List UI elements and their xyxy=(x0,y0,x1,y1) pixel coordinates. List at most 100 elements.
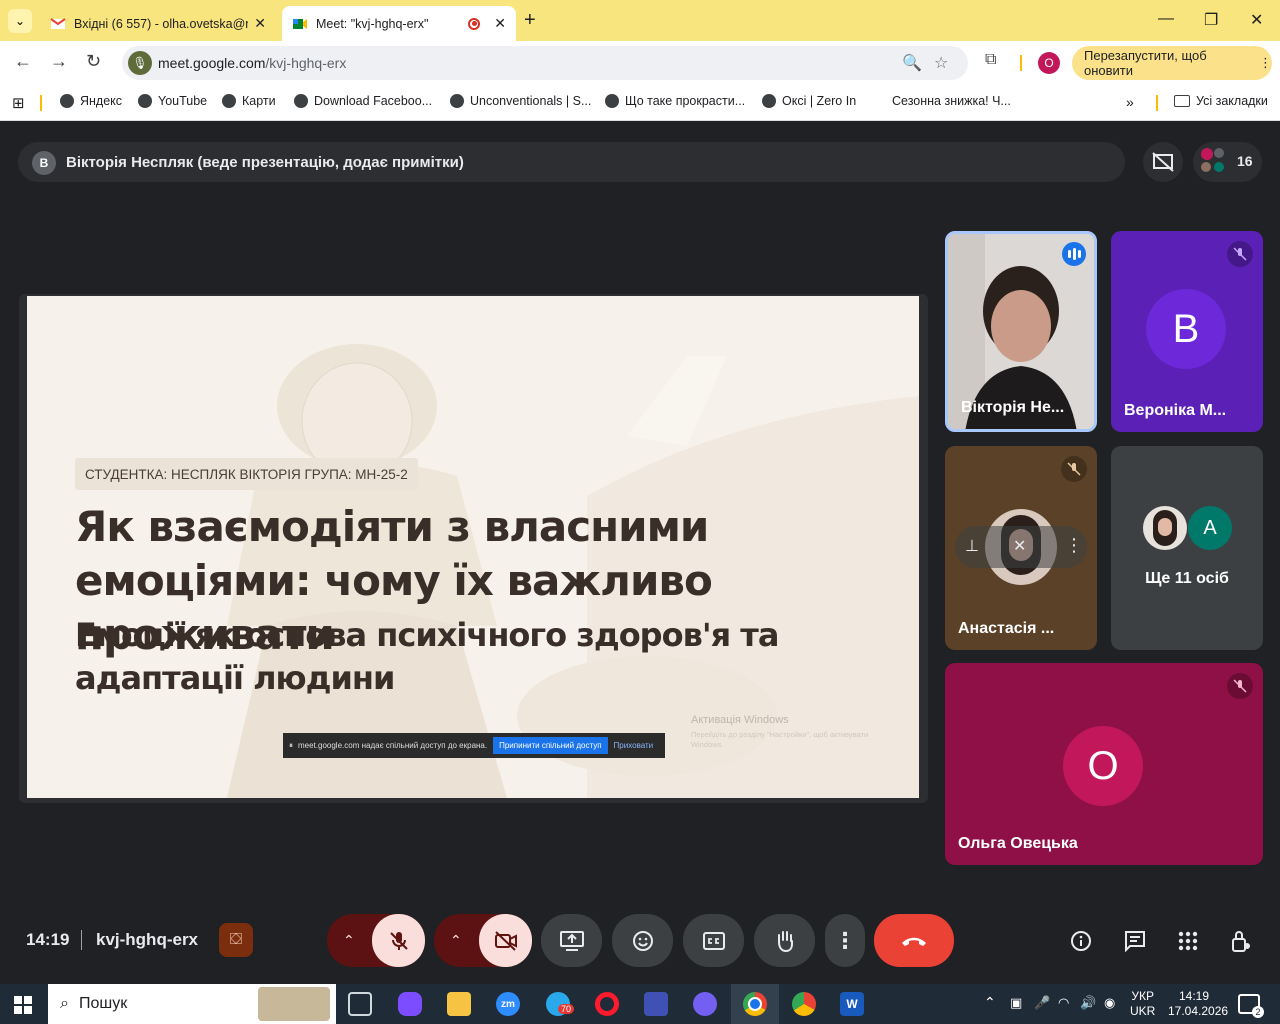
bookmark-item[interactable]: Оксі | Zero In xyxy=(762,94,856,108)
task-view-icon[interactable] xyxy=(348,992,372,1016)
host-controls-button[interactable] xyxy=(1226,926,1256,956)
hide-presentation-button[interactable] xyxy=(1143,142,1183,182)
back-button[interactable]: ← xyxy=(14,51,32,72)
stop-sharing-button[interactable]: Припинити спільний доступ xyxy=(493,737,608,754)
microphone-site-icon[interactable]: 🎙 xyxy=(128,51,152,75)
participant-name: Вікторія Не... xyxy=(961,399,1065,416)
more-participants-tile[interactable]: A Ще 11 осіб xyxy=(1111,446,1263,650)
clock[interactable]: 14:19 17.04.2026 xyxy=(1168,989,1228,1019)
presenter-label: Вікторія Неспляк (веде презентацію, дода… xyxy=(66,154,464,171)
camera-toggle-button[interactable] xyxy=(479,914,532,967)
participant-name: Ольга Овецька xyxy=(958,835,1078,852)
file-explorer-icon[interactable] xyxy=(447,992,471,1016)
bookmark-star-icon[interactable]: ☆ xyxy=(934,53,948,73)
reload-button[interactable]: ↻ xyxy=(86,51,101,72)
copilot-icon[interactable] xyxy=(398,992,422,1016)
participant-tile-veronika[interactable]: В Вероніка М... xyxy=(1111,231,1263,432)
save-app-icon[interactable] xyxy=(644,992,668,1016)
wifi-icon[interactable]: ◠ xyxy=(1058,995,1069,1010)
present-screen-button[interactable] xyxy=(541,914,602,967)
zoom-app-icon[interactable]: zm xyxy=(496,992,520,1016)
slide-author-tag: СТУДЕНТКА: НЕСПЛЯК ВІКТОРІЯ ГРУПА: МН-25… xyxy=(75,458,418,490)
meeting-details-button[interactable] xyxy=(1066,926,1096,956)
bookmark-item[interactable]: Карти xyxy=(222,94,276,108)
speaking-indicator-icon xyxy=(1062,242,1086,266)
close-window-button[interactable]: ✕ xyxy=(1250,10,1263,30)
maximize-button[interactable]: ❐ xyxy=(1204,10,1218,30)
reactions-button[interactable] xyxy=(612,914,673,967)
address-bar[interactable]: 🎙 meet.google.com/kvj-hghq-erx 🔍 ☆ xyxy=(122,46,968,80)
forward-button[interactable]: → xyxy=(50,51,68,72)
activities-button[interactable] xyxy=(1173,926,1203,956)
presenter-avatar: В xyxy=(32,151,56,175)
hand-icon xyxy=(777,930,793,952)
chat-icon xyxy=(1125,931,1145,952)
microphone-toggle-button[interactable] xyxy=(372,914,425,967)
bookmark-item[interactable]: Download Faceboo... xyxy=(294,94,432,108)
profile-avatar[interactable]: O xyxy=(1038,52,1060,74)
host-controls-icon[interactable]: ⛋ xyxy=(219,923,253,957)
word-icon[interactable]: W xyxy=(840,992,864,1016)
presenter-bar: В Вікторія Неспляк (веде презентацію, до… xyxy=(18,142,1125,182)
tab-search-button[interactable]: ⌄ xyxy=(8,9,32,33)
participant-tile-anastasiia[interactable]: ⊥ ✕ ⋮ Анастасія ... xyxy=(945,446,1097,650)
divider xyxy=(40,95,42,111)
chrome-second-icon[interactable] xyxy=(792,992,816,1016)
participant-tile-olha[interactable]: O Ольга Овецька xyxy=(945,663,1263,865)
hide-notice-button[interactable]: Приховати xyxy=(614,741,654,750)
bookmark-item[interactable]: Яндекс xyxy=(60,94,122,108)
tab-title: Вхідні (6 557) - olha.ovetska@n xyxy=(74,16,249,31)
camera-options-chevron-icon[interactable]: ⌃ xyxy=(450,932,462,949)
telegram-icon[interactable]: 70 xyxy=(546,992,575,1016)
leave-call-button[interactable] xyxy=(874,914,954,967)
taskbar-search-box[interactable]: ⌕ Пошук xyxy=(48,984,336,1024)
new-tab-button[interactable]: + xyxy=(524,9,536,32)
captions-button[interactable] xyxy=(683,914,744,967)
participants-button[interactable]: 16 xyxy=(1193,142,1262,182)
divider xyxy=(1156,95,1158,111)
chrome-active-task[interactable] xyxy=(731,984,779,1024)
meet-tray-icon[interactable]: ▣ xyxy=(1010,995,1022,1010)
slide-subtitle: Емоції як основа психічного здоров'я та … xyxy=(75,616,779,697)
minimize-button[interactable]: — xyxy=(1158,10,1174,28)
viber-icon[interactable] xyxy=(693,992,717,1016)
extensions-icon[interactable]: ⧉ xyxy=(985,51,996,69)
folder-icon xyxy=(1174,95,1190,107)
more-options-icon[interactable]: ⋮ xyxy=(1065,535,1083,556)
meet-stage: В Вікторія Неспляк (веде презентацію, до… xyxy=(0,121,1280,984)
windows-start-icon[interactable] xyxy=(14,996,32,1014)
url-text[interactable]: meet.google.com/kvj-hghq-erx xyxy=(158,55,346,71)
participant-avatar: В xyxy=(1146,289,1226,369)
all-bookmarks-button[interactable]: Усі закладки xyxy=(1174,94,1268,108)
participant-tile-viktoriia[interactable]: Вікторія Не... xyxy=(945,231,1097,432)
close-tab-icon[interactable]: ✕ xyxy=(254,15,266,32)
tab-gmail[interactable]: Вхідні (6 557) - olha.ovetska@n ✕ xyxy=(40,6,276,41)
close-tab-icon[interactable]: ✕ xyxy=(494,15,506,32)
participant-avatar: O xyxy=(1063,726,1143,806)
network-icon[interactable]: ◉ xyxy=(1104,995,1115,1010)
apps-grid-icon[interactable]: ⊞ xyxy=(12,94,25,112)
tab-meet[interactable]: Meet: "kvj-hghq-erx" ✕ xyxy=(282,6,516,41)
more-options-button[interactable]: ⋮ xyxy=(825,914,865,967)
show-hidden-icons-icon[interactable]: ⌃ xyxy=(984,995,996,1010)
volume-icon[interactable]: 🔊 xyxy=(1080,995,1096,1010)
more-menu-icon[interactable]: ⋮ xyxy=(1259,55,1272,71)
notifications-icon[interactable]: 2 xyxy=(1238,994,1264,1018)
bookmark-item[interactable]: Що таке прокрасти... xyxy=(605,94,745,108)
relaunch-button[interactable]: Перезапустити, щоб оновити ⋮ xyxy=(1072,46,1272,80)
more-bookmarks-icon[interactable]: » xyxy=(1126,94,1134,110)
more-participants-label: Ще 11 осіб xyxy=(1145,570,1229,587)
raise-hand-button[interactable] xyxy=(754,914,815,967)
chat-button[interactable] xyxy=(1120,926,1150,956)
opera-icon[interactable] xyxy=(595,992,619,1016)
microphone-tray-icon[interactable]: 🎤 xyxy=(1034,995,1050,1010)
bookmark-item[interactable]: Сезонна знижка! Ч... xyxy=(892,94,1011,108)
pin-icon[interactable]: ⊥ xyxy=(965,536,979,556)
participant-avatars xyxy=(1201,148,1225,176)
mic-options-chevron-icon[interactable]: ⌃ xyxy=(343,932,355,949)
bookmark-item[interactable]: YouTube xyxy=(138,94,207,108)
mute-participant-icon[interactable]: ✕ xyxy=(1013,536,1026,556)
language-indicator[interactable]: УКР UKR xyxy=(1130,989,1155,1019)
bookmark-item[interactable]: Unconventionals | S... xyxy=(450,94,591,108)
zoom-icon[interactable]: 🔍 xyxy=(902,53,922,73)
